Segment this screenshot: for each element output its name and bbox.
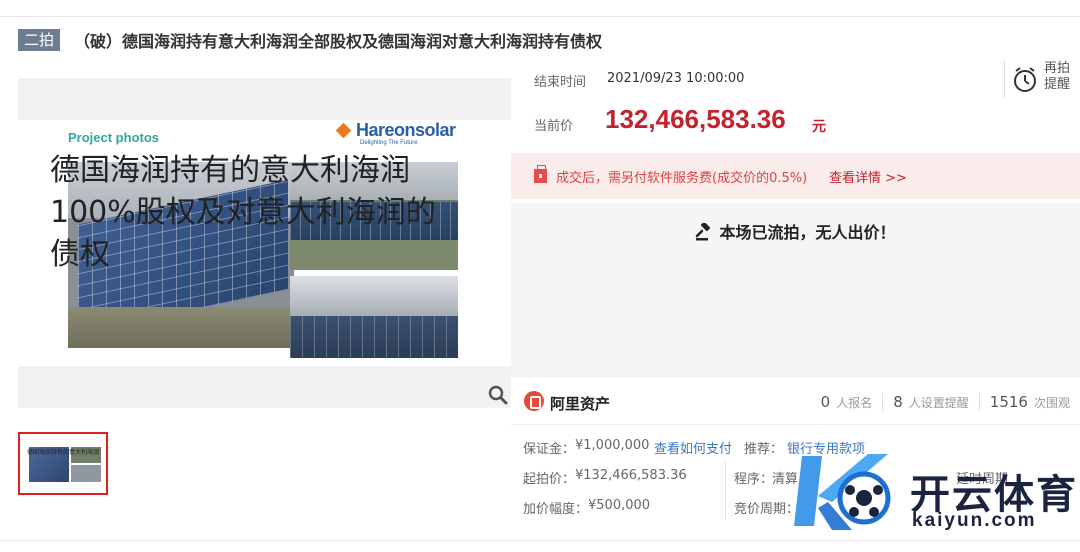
photo-heading: Project photos: [68, 130, 160, 145]
increment-value: ¥500,000: [588, 498, 651, 513]
procedure-label: 程序：: [734, 472, 774, 487]
start-price-value: ¥132,466,583.36: [575, 468, 687, 483]
ali-assets-logo-icon: [524, 391, 544, 411]
start-price-label: 起拍价：: [523, 472, 576, 487]
reauction-reminder-button[interactable]: 再拍提醒: [1044, 61, 1076, 93]
magnifier-icon[interactable]: [487, 384, 509, 406]
brand-name: Hareonsolar: [356, 120, 456, 140]
gavel-icon: [696, 223, 711, 241]
thumbnail-selected[interactable]: 德国海润持有的意大利海润: [18, 432, 108, 495]
main-image[interactable]: Project photos Hareonsolar Delighting Th…: [18, 78, 511, 408]
signup-count: 0: [820, 393, 831, 411]
kaiyun-logo-icon: [794, 454, 891, 530]
current-price: 132,466,583.36: [605, 104, 786, 134]
brand-tagline: Delighting The Future: [360, 140, 418, 146]
thumbnail-caption: 德国海润持有的意大利海润: [27, 449, 100, 456]
current-price-label: 当前价: [534, 119, 574, 134]
recommend-label: 推荐：: [744, 442, 784, 457]
overlay-caption: 德国海润持有的意大利海润 100%股权及对意大利海润的 债权: [50, 150, 436, 276]
divider: [511, 424, 1080, 425]
signup-label: 人报名: [836, 395, 873, 410]
auction-stats: 0 人报名 8 人设置提醒 1516 次围观: [821, 393, 1070, 411]
title-row: 二拍 （破）德国海润持有意大利海润全部股权及德国海润对意大利海润持有债权: [18, 28, 602, 52]
divider: [1004, 60, 1005, 98]
auction-title: （破）德国海润持有意大利海润全部股权及德国海润对意大利海润持有债权: [74, 32, 603, 51]
alarm-clock-icon[interactable]: [1012, 66, 1038, 94]
increment-label: 加价幅度：: [523, 502, 589, 517]
platform-name: 阿里资产: [550, 395, 611, 413]
auction-status-panel: 本场已流拍，无人出价！: [511, 203, 1080, 378]
watermark-en: kaiyun.com: [912, 510, 1037, 531]
notice-text: 成交后，需另付软件服务费(成交价的0.5%): [556, 171, 808, 186]
end-time-label: 结束时间: [534, 75, 587, 90]
overlay-line: 100%股权及对意大利海润的: [50, 195, 436, 230]
overlay-line: 德国海润持有的意大利海润: [50, 153, 410, 188]
overlay-line: 债权: [50, 237, 110, 272]
deposit-label: 保证金：: [523, 442, 576, 457]
brand-mark-icon: [336, 124, 354, 138]
status-text: 本场已流拍，无人出价！: [719, 223, 896, 242]
view-label: 次围观: [1033, 395, 1070, 410]
service-fee-notice: 成交后，需另付软件服务费(成交价的0.5%) 查看详情 >>: [511, 153, 1080, 199]
bag-icon: [534, 165, 547, 183]
column-divider: [725, 460, 726, 520]
price-unit: 元: [812, 119, 826, 135]
status-message: 本场已流拍，无人出价！: [511, 219, 1080, 243]
how-to-pay-link[interactable]: 查看如何支付: [654, 438, 732, 457]
top-divider: [0, 16, 1080, 17]
deposit-value: ¥1,000,000: [575, 438, 650, 453]
kaiyun-watermark: 开云体育 kaiyun.com: [788, 446, 1078, 536]
end-time-value: 2021/09/23 10:00:00: [607, 71, 745, 86]
reminder-count: 8: [893, 393, 903, 411]
reminder-label: 人设置提醒: [908, 395, 969, 410]
view-count: 1516: [989, 393, 1028, 411]
view-details-link[interactable]: 查看详情 >>: [829, 167, 907, 186]
bottom-divider: [0, 540, 1080, 541]
solar-photo-bottom: [290, 276, 458, 358]
brand-logo: Hareonsolar: [336, 120, 456, 141]
round-badge: 二拍: [18, 29, 61, 51]
